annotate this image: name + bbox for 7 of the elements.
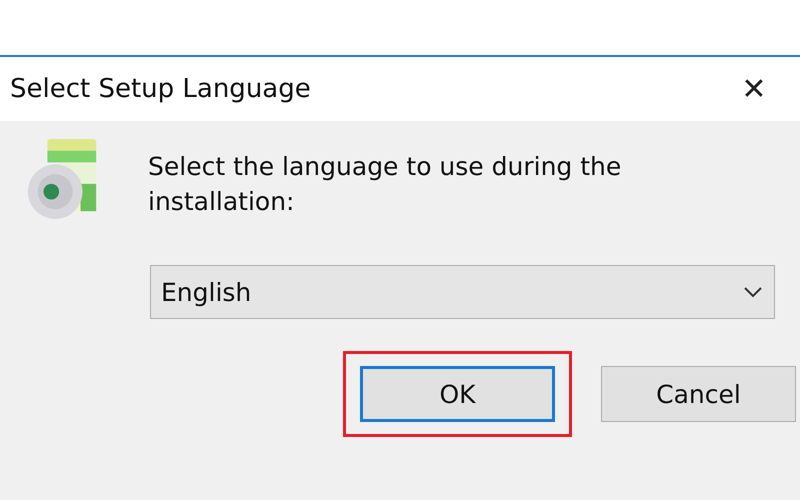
caret-icon [742,286,764,298]
dialog-button[interactable]: Cancel [601,366,796,422]
close-button[interactable]: ✕ [724,70,784,108]
dialog-button[interactable]: OK [360,366,555,422]
language-dropdown[interactable]: English [150,265,775,319]
prompt-text: Select the language to use during the installation: [148,151,622,218]
window-title: Select Setup Language [10,74,311,104]
